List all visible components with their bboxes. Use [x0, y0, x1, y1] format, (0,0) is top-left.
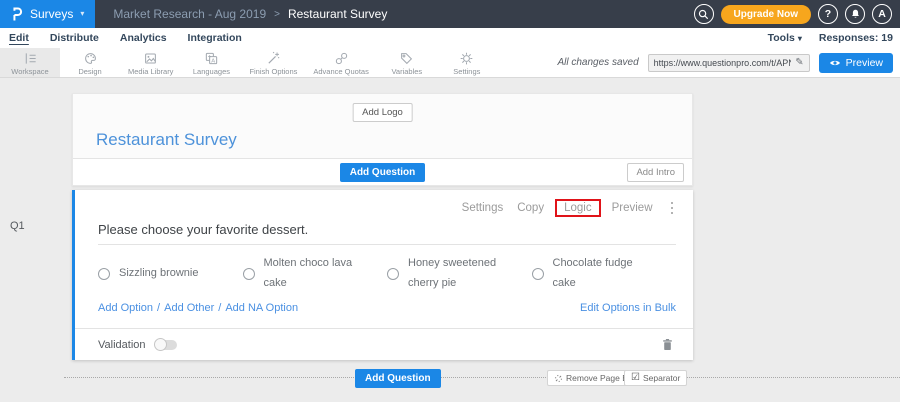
preview-button[interactable]: Preview [819, 53, 893, 73]
edit-options-in-bulk-link[interactable]: Edit Options in Bulk [580, 302, 676, 314]
question-text-divider [98, 244, 676, 245]
add-option-link[interactable]: Add Option [98, 302, 153, 314]
breadcrumb-parent[interactable]: Market Research - Aug 2019 [113, 7, 266, 21]
nav-right: Tools▾ Responses: 19 [768, 32, 900, 44]
question-logic-action[interactable]: Logic [555, 199, 601, 217]
question-card: Settings Copy Logic Preview Please choos… [72, 190, 693, 360]
option-item: Sizzling brownie [98, 254, 243, 294]
chevron-down-icon: ▾ [80, 10, 84, 18]
search-icon [698, 9, 709, 20]
survey-url-field: ✎ [648, 54, 810, 72]
nav-row: Edit Distribute Analytics Integration To… [0, 28, 900, 49]
tag-icon [399, 51, 414, 66]
survey-url-input[interactable] [654, 58, 792, 68]
toolbar-item-design[interactable]: Design [60, 48, 120, 77]
search-button[interactable] [694, 4, 714, 24]
tab-integration[interactable]: Integration [188, 32, 242, 44]
answer-options: Sizzling brownie Molten choco lava cake … [98, 254, 676, 294]
workspace-icon [23, 51, 38, 66]
more-options-icon[interactable] [667, 202, 678, 215]
link-separator: / [218, 302, 221, 314]
separator-toggle-button[interactable]: ☑ Separator [624, 370, 687, 386]
surveys-menu[interactable]: Surveys ▾ [0, 0, 95, 28]
survey-header-card: Add Logo Restaurant Survey Add Question … [72, 93, 693, 186]
survey-title[interactable]: Restaurant Survey [96, 130, 237, 150]
questionpro-logo-icon [11, 7, 23, 22]
toolbar-right: All changes saved ✎ Preview [557, 48, 900, 77]
add-question-strip: Add Question Add Intro [73, 159, 692, 185]
save-status: All changes saved [557, 57, 638, 68]
chevron-down-icon: ▾ [798, 34, 802, 43]
validation-toggle[interactable] [155, 340, 177, 350]
toolbar-item-media-library[interactable]: Media Library [120, 48, 181, 77]
question-copy-action[interactable]: Copy [517, 202, 544, 214]
surveys-menu-label: Surveys [30, 7, 73, 21]
tab-analytics[interactable]: Analytics [120, 32, 167, 44]
link-separator: / [157, 302, 160, 314]
bell-icon [850, 8, 861, 20]
option-item: Chocolate fudge cake [532, 254, 677, 294]
nav-tabs: Edit Distribute Analytics Integration [0, 32, 242, 44]
radio-button[interactable] [98, 268, 110, 280]
add-question-button[interactable]: Add Question [340, 163, 426, 182]
validation-row: Validation [75, 328, 693, 360]
tab-distribute[interactable]: Distribute [50, 32, 99, 44]
validation-label: Validation [98, 339, 146, 351]
question-actions: Settings Copy Logic Preview [462, 199, 677, 217]
option-links: Add Option / Add Other / Add NA Option [98, 302, 298, 314]
avatar[interactable]: A [872, 4, 892, 24]
tools-label: Tools [768, 32, 795, 44]
question-settings-action[interactable]: Settings [462, 202, 504, 214]
delete-question-button[interactable] [662, 338, 673, 351]
gear-icon [459, 51, 474, 66]
toolbar-item-finish-options[interactable]: Finish Options [241, 48, 305, 77]
question-preview-action[interactable]: Preview [612, 202, 653, 214]
toolbar-item-settings[interactable]: Settings [437, 48, 497, 77]
tab-edit[interactable]: Edit [9, 32, 29, 44]
trash-icon [662, 338, 673, 351]
add-question-button-bottom[interactable]: Add Question [355, 369, 441, 388]
page-break-line [64, 377, 900, 378]
breadcrumb-separator: > [274, 9, 280, 20]
responses-count[interactable]: Responses: 19 [819, 32, 893, 44]
add-na-option-link[interactable]: Add NA Option [225, 302, 298, 314]
option-links-row: Add Option / Add Other / Add NA Option E… [98, 302, 676, 314]
tools-menu[interactable]: Tools▾ [768, 32, 802, 44]
chain-icon [334, 51, 349, 66]
radio-button[interactable] [243, 268, 255, 280]
image-icon [143, 51, 158, 66]
notifications-button[interactable] [845, 4, 865, 24]
survey-header: Add Logo Restaurant Survey [73, 94, 692, 159]
topbar-actions: Upgrade Now ? A [694, 4, 900, 24]
topbar: Surveys ▾ Market Research - Aug 2019 > R… [0, 0, 900, 28]
unlink-icon [554, 374, 563, 383]
toolbar-item-workspace[interactable]: Workspace [0, 48, 60, 77]
translate-icon: A [204, 51, 219, 66]
wand-icon [266, 51, 281, 66]
breadcrumb: Market Research - Aug 2019 > Restaurant … [113, 7, 387, 21]
add-logo-button[interactable]: Add Logo [352, 103, 413, 122]
add-other-link[interactable]: Add Other [164, 302, 214, 314]
toolbar-item-variables[interactable]: Variables [377, 48, 437, 77]
svg-text:A: A [211, 58, 215, 64]
breadcrumb-current: Restaurant Survey [288, 7, 387, 21]
question-text[interactable]: Please choose your favorite dessert. [98, 222, 308, 237]
radio-button[interactable] [532, 268, 544, 280]
toolbar-item-advance-quotas[interactable]: Advance Quotas [305, 48, 376, 77]
radio-button[interactable] [387, 268, 399, 280]
editor-toolbar: Workspace Design Media Library A Languag… [0, 48, 900, 78]
option-item: Molten choco lava cake [243, 254, 388, 294]
help-button[interactable]: ? [818, 4, 838, 24]
question-number: Q1 [10, 220, 25, 232]
add-intro-button[interactable]: Add Intro [627, 163, 684, 182]
eye-icon [829, 59, 841, 67]
toolbar-item-languages[interactable]: A Languages [181, 48, 241, 77]
checkbox-checked-icon: ☑ [631, 373, 640, 383]
option-item: Honey sweetened cherry pie [387, 254, 532, 294]
edit-url-icon[interactable]: ✎ [795, 58, 803, 68]
upgrade-now-button[interactable]: Upgrade Now [721, 5, 811, 24]
palette-icon [83, 51, 98, 66]
